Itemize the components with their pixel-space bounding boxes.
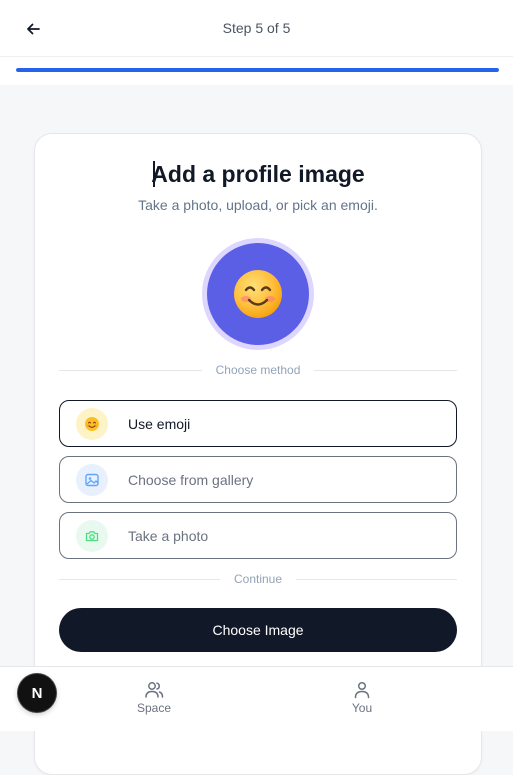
page-title: Add a profile image xyxy=(151,161,365,187)
nav-item-space[interactable]: Space xyxy=(124,681,184,715)
nav-label: You xyxy=(351,701,373,715)
smiley-icon xyxy=(234,270,282,318)
option-label: Choose from gallery xyxy=(128,471,254,488)
option-choose-from-gallery[interactable]: Choose from gallery xyxy=(59,456,457,503)
progress-bar-fill xyxy=(16,68,499,72)
page-subtitle: Take a photo, upload, or pick an emoji. xyxy=(138,197,378,213)
bottom-nav: Space You xyxy=(0,666,513,731)
choose-image-button[interactable]: Choose Image xyxy=(59,608,457,652)
option-use-emoji[interactable]: Use emoji xyxy=(59,400,457,447)
user-icon xyxy=(354,681,370,699)
choose-method-divider: Choose method xyxy=(59,362,458,378)
smiley-icon xyxy=(76,407,108,440)
camera-icon xyxy=(76,519,108,552)
option-take-a-photo[interactable]: Take a photo xyxy=(59,512,457,559)
option-label: Take a photo xyxy=(128,527,209,544)
nav-label: Space xyxy=(136,701,172,715)
users-icon xyxy=(145,682,164,698)
continue-label: Continue xyxy=(233,572,283,586)
image-icon xyxy=(76,463,108,496)
nav-item-you[interactable]: You xyxy=(332,681,392,715)
step-indicator: Step 5 of 5 xyxy=(222,20,291,36)
choose-method-label: Choose method xyxy=(215,363,301,377)
avatar xyxy=(207,243,309,345)
option-label: Use emoji xyxy=(128,415,191,432)
progress-area xyxy=(0,57,513,85)
continue-divider: Continue xyxy=(59,571,458,587)
top-bar: Step 5 of 5 xyxy=(0,0,513,57)
dev-badge[interactable]: N xyxy=(18,674,56,712)
avatar-preview xyxy=(202,238,314,350)
progress-bar xyxy=(16,68,499,72)
